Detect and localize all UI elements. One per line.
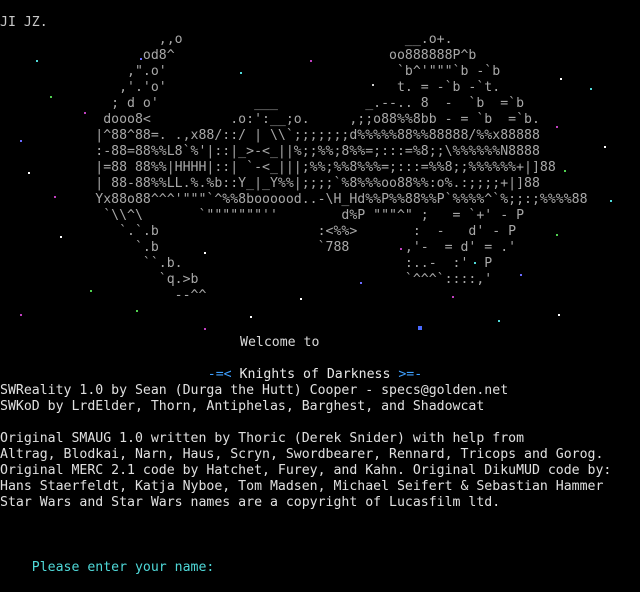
star-dot xyxy=(610,200,612,202)
art-line: `q.>b `^^^`::::,' xyxy=(0,272,493,287)
art-line: `\\^\ `"""""""'' d%P """^" ; = `+' - P xyxy=(0,208,525,223)
title-text: Knights of Darkness xyxy=(231,367,399,382)
star-dot xyxy=(204,252,206,254)
art-line: :-88=88%%L8`%'|::|_>-<_||%;;%%;8%%=;:::=… xyxy=(0,144,540,159)
star-dot xyxy=(204,328,206,330)
star-dot xyxy=(564,170,566,172)
credits-line: Original MERC 2.1 code by Hatchet, Furey… xyxy=(0,463,612,478)
star-dot xyxy=(28,172,30,174)
star-dot xyxy=(558,314,560,316)
star-dot xyxy=(240,72,242,74)
star-dot xyxy=(498,320,500,322)
star-dot xyxy=(54,196,56,198)
art-line: |=88 88%%|HHHH|::| `-<_|||;%%;%%8%%%=;::… xyxy=(0,160,556,175)
star-dot xyxy=(560,78,562,80)
art-line: `.`.b :<%%> : - d' - P xyxy=(0,224,517,239)
star-dot xyxy=(400,248,402,250)
welcome-text: Welcome to xyxy=(240,335,320,350)
art-line: `.b `788 ,'- = d' = .' xyxy=(0,240,517,255)
star-dot xyxy=(604,146,606,148)
star-dot xyxy=(452,296,454,298)
art-line: ,'.'o' t. = -`b -`t. xyxy=(0,80,501,95)
credits-line: Star Wars and Star Wars names are a copy… xyxy=(0,495,501,510)
art-line: Yx88o88^^^'"""`^%%8boooood..-\H_Hd%%P%%8… xyxy=(0,192,588,207)
art-line: ``.b. :..- :' P xyxy=(0,256,493,271)
art-line: |^88^88=. .,x88/::/ | \\`;;;;;;;d%%%%%88… xyxy=(0,128,540,143)
name-prompt-label: Please enter your name: xyxy=(31,560,215,575)
credits-line: Altrag, Blodkai, Narn, Haus, Scryn, Swor… xyxy=(0,447,604,462)
credits-line: SWKoD by LrdElder, Thorn, Antiphelas, Ba… xyxy=(0,399,485,414)
star-dot xyxy=(520,274,522,276)
star-dot xyxy=(136,310,138,312)
star-dot xyxy=(372,84,374,86)
star-dot xyxy=(360,282,362,284)
art-line: ; d o' ___ _.--.. 8 - `b =`b xyxy=(0,96,525,111)
star-dot xyxy=(20,314,22,316)
game-title: -=< Knights of Darkness >=- xyxy=(176,351,422,382)
title-right-bracket: >=- xyxy=(398,367,423,382)
star-dot xyxy=(310,60,312,62)
title-left-bracket: -=< xyxy=(207,367,232,382)
star-dot xyxy=(50,96,52,98)
art-line: ,,o __.o+. xyxy=(0,32,453,47)
name-prompt[interactable]: Please enter your name: xyxy=(0,543,223,575)
star-dot xyxy=(60,236,62,238)
star-dot xyxy=(20,140,22,142)
credits-line: SWReality 1.0 by Sean (Durga the Hutt) C… xyxy=(0,383,509,398)
star-dot xyxy=(590,88,592,90)
header-text: JI JZ. xyxy=(0,15,48,30)
star-dot xyxy=(556,126,558,128)
telnet-terminal[interactable]: JI JZ. ,,o __.o+. od8^ oo888888P^b ,".o'… xyxy=(0,0,640,575)
star-dot xyxy=(84,112,86,114)
credits-line: Hans Staerfeldt, Katja Nyboe, Tom Madsen… xyxy=(0,479,604,494)
star-dot xyxy=(36,60,38,62)
star-dot xyxy=(90,290,92,292)
art-line: dooo8< .o:':__;o. ,;;o88%%8bb - = `b =`b… xyxy=(0,112,540,127)
star-dot xyxy=(300,298,302,300)
art-line: | 88-88%%LL.%.%b::Y_|_Y%%|;;;;`%8%%%oo88… xyxy=(0,176,540,191)
art-line: ,".o' `b^'"""`b -`b xyxy=(0,64,501,79)
star-dot xyxy=(140,58,142,60)
credits-line: Original SMAUG 1.0 written by Thoric (De… xyxy=(0,431,525,446)
star-dot xyxy=(418,326,422,330)
star-dot xyxy=(250,316,252,318)
star-dot xyxy=(474,262,476,264)
art-line: --^^ xyxy=(0,288,207,303)
art-line: od8^ oo888888P^b xyxy=(0,48,477,63)
star-dot xyxy=(556,234,558,236)
